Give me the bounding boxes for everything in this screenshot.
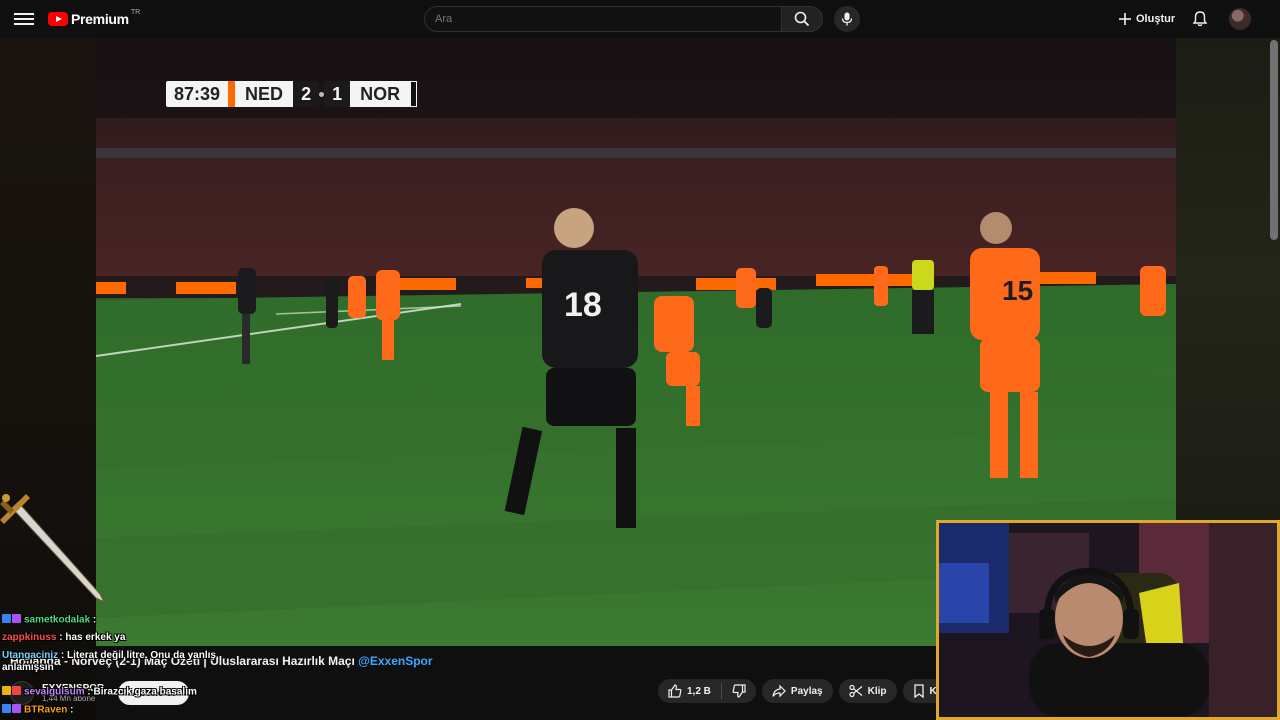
chat-text: has erkek ya — [65, 632, 126, 643]
chat-username[interactable]: sevalgulsum — [24, 687, 85, 698]
microphone-icon — [841, 12, 853, 26]
chat-message: Utangaciniz : Literat değil litre. Onu d… — [2, 650, 216, 673]
video-title-channel-tag[interactable]: @ExxenSpor — [358, 654, 432, 668]
bookmark-icon — [913, 684, 924, 698]
notifications-bell-icon[interactable] — [1191, 10, 1209, 28]
like-count: 1,2 B — [687, 685, 711, 697]
scissors-icon — [849, 684, 862, 698]
match-clock: 87:39 — [166, 81, 229, 107]
page-scrollbar[interactable] — [1270, 40, 1278, 240]
home-score: 2 — [293, 81, 320, 107]
chat-message: zappkinuss : has erkek ya — [2, 632, 126, 643]
home-team-color — [228, 81, 236, 107]
chat-message: BTRaven : — [2, 704, 73, 716]
plus-icon — [1119, 13, 1131, 25]
dislike-button[interactable] — [722, 679, 756, 703]
voice-search-button[interactable] — [834, 6, 860, 32]
thumbs-down-icon — [732, 684, 746, 698]
away-team: NOR — [350, 81, 411, 107]
logo-text: Premium — [71, 11, 129, 27]
video-actions: 1,2 B Paylaş Klip Kaydet — [658, 679, 973, 703]
like-dislike-group: 1,2 B — [658, 679, 756, 703]
match-scoreboard: 87:39 NED 2 1 NOR — [166, 81, 418, 107]
clip-button[interactable]: Klip — [838, 679, 897, 703]
home-team: NED — [235, 81, 294, 107]
chat-text: Birazcık gaza basalım — [93, 686, 197, 698]
share-label: Paylaş — [790, 685, 823, 697]
away-score: 1 — [324, 81, 351, 107]
search-input[interactable] — [425, 7, 781, 31]
search-icon — [794, 11, 810, 27]
away-team-color — [410, 81, 418, 107]
search-button[interactable] — [781, 6, 823, 32]
masthead: Premium TR Oluştur — [0, 0, 1280, 38]
share-button[interactable]: Paylaş — [761, 679, 833, 703]
share-icon — [772, 684, 786, 698]
logo-region: TR — [130, 8, 141, 16]
webcam-feed — [939, 523, 1277, 717]
chat-username[interactable]: Utangaciniz — [2, 650, 58, 661]
chat-badges — [2, 704, 22, 716]
right-gutter — [1176, 38, 1280, 522]
account-avatar[interactable] — [1229, 8, 1251, 30]
chat-username[interactable]: zappkinuss — [2, 632, 56, 643]
chat-badges — [2, 614, 22, 626]
create-label: Oluştur — [1136, 13, 1176, 25]
stream-page: Premium TR Oluştur — [0, 0, 1280, 720]
chat-message: sevalgulsum : Birazcık gaza basalım — [2, 686, 197, 698]
menu-icon[interactable] — [14, 10, 34, 28]
chat-message: sametkodalak : — [2, 614, 96, 626]
chat-username[interactable]: sametkodalak — [24, 615, 90, 626]
search-box — [424, 6, 782, 32]
sword-overlay — [0, 494, 106, 604]
chat-badges — [2, 686, 22, 698]
like-button[interactable]: 1,2 B — [658, 679, 721, 703]
clip-label: Klip — [867, 685, 887, 697]
thumbs-up-icon — [668, 684, 682, 698]
create-button[interactable]: Oluştur — [1118, 8, 1175, 30]
svg-text:15: 15 — [1002, 275, 1033, 306]
youtube-logo-icon — [48, 12, 68, 26]
youtube-premium-logo[interactable]: Premium TR — [48, 8, 141, 28]
chat-username[interactable]: BTRaven — [24, 705, 67, 716]
streamer-webcam — [936, 520, 1280, 720]
svg-text:18: 18 — [564, 286, 602, 324]
